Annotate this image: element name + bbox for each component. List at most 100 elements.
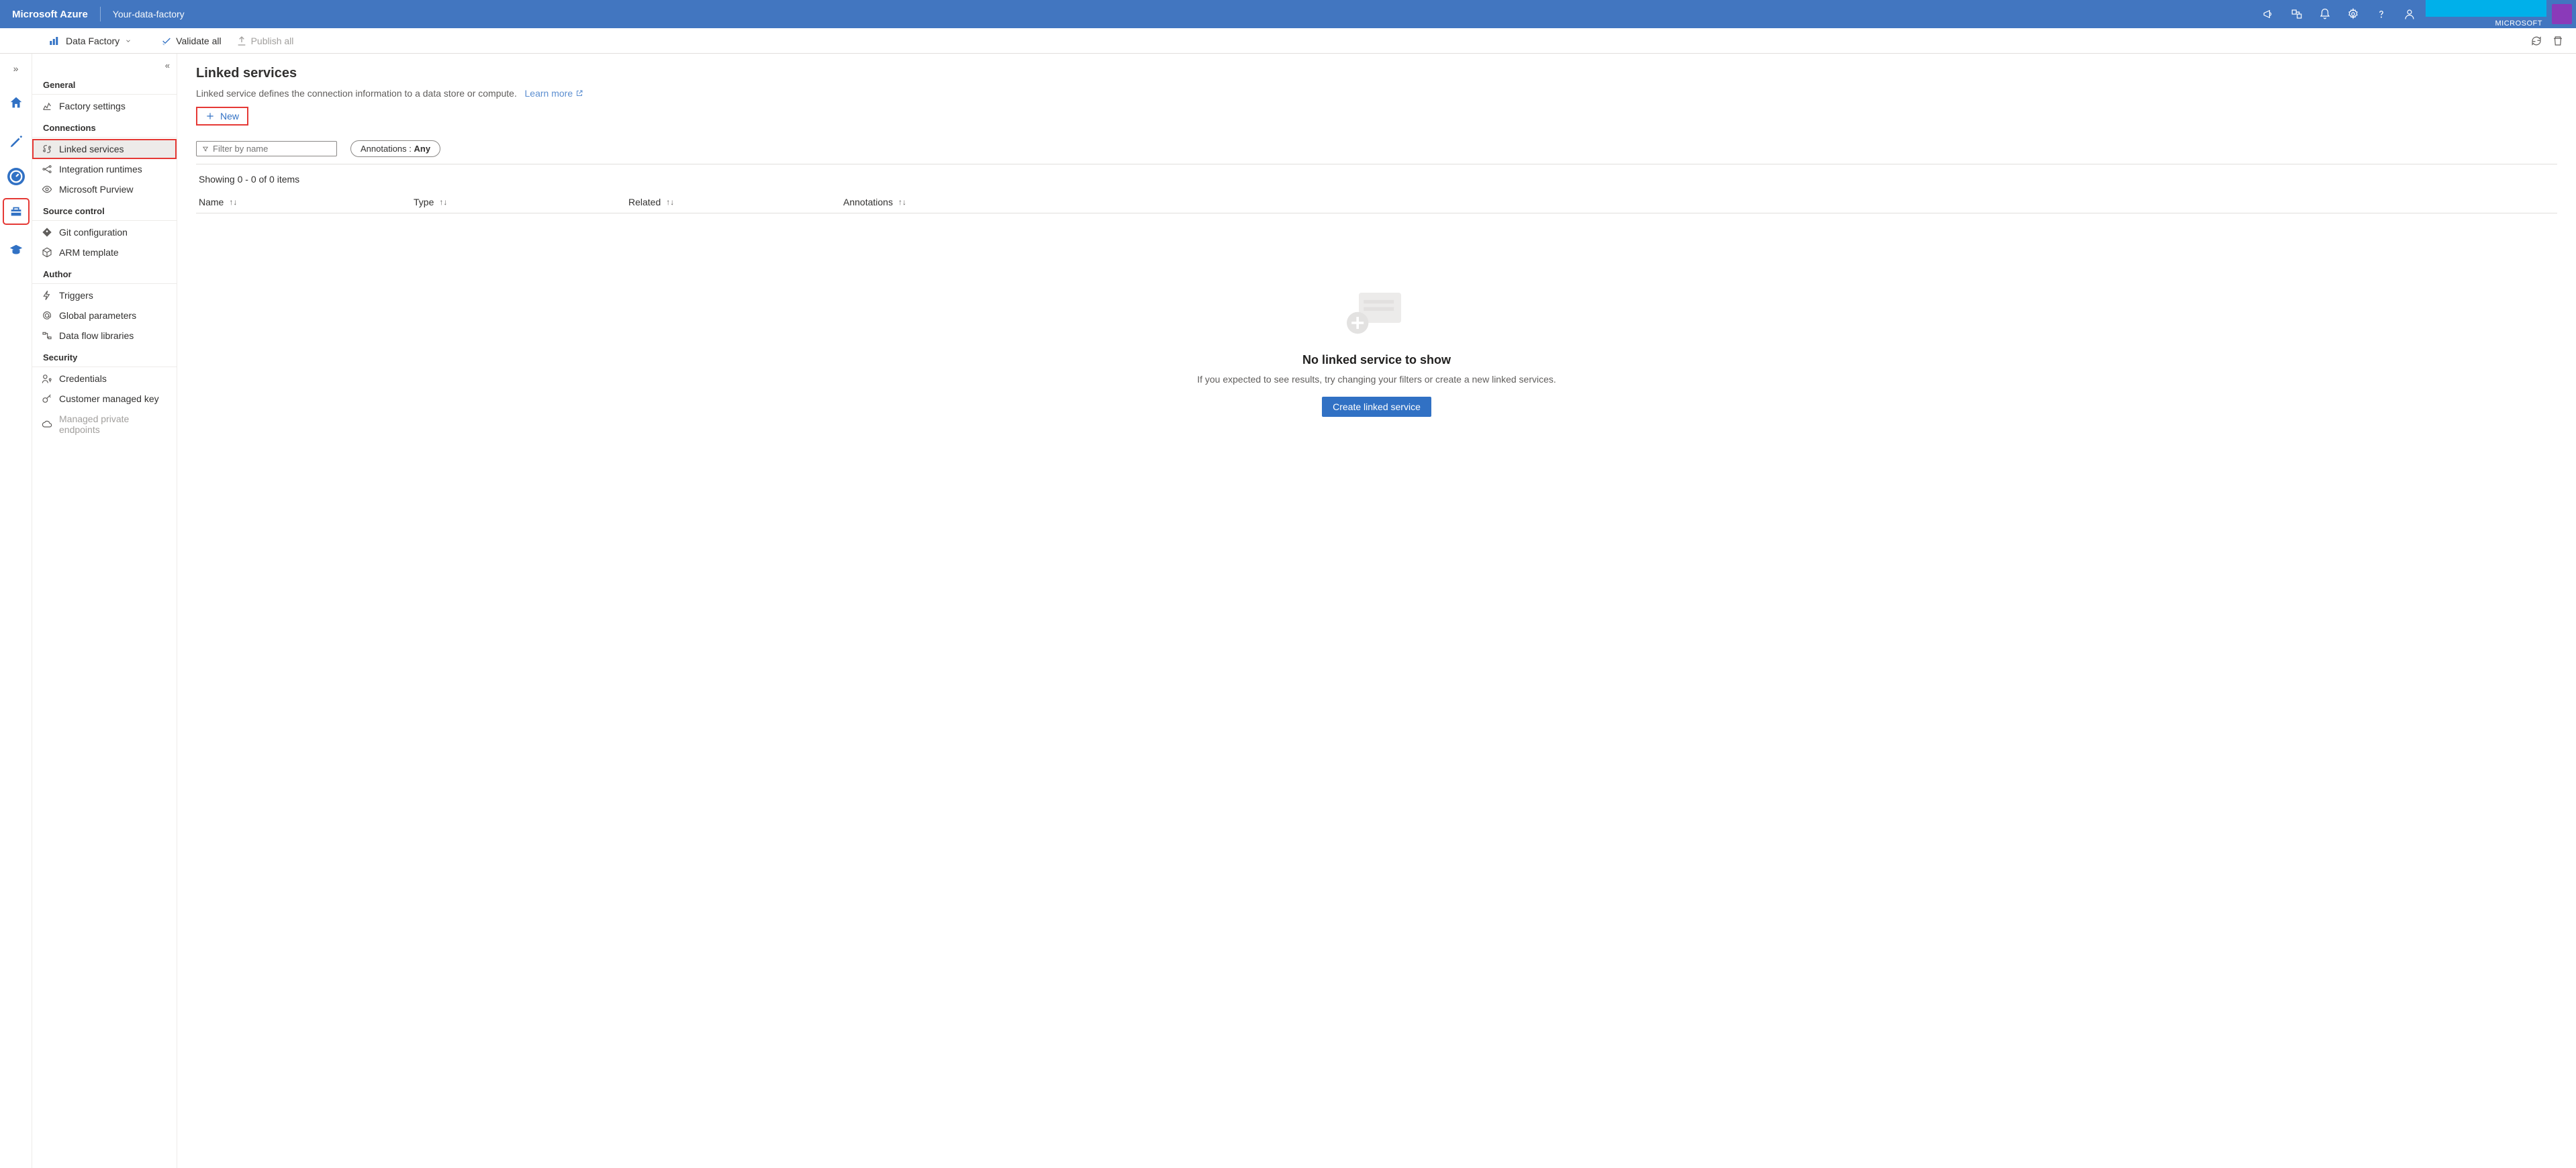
empty-state: No linked service to show If you expecte…	[196, 281, 2557, 417]
sidebar-item-label: Customer managed key	[59, 393, 159, 404]
rail-expand-button[interactable]: »	[11, 60, 21, 77]
key-icon	[42, 393, 52, 404]
page-desc-text: Linked service defines the connection in…	[196, 88, 517, 99]
bolt-icon	[42, 290, 52, 301]
chart-icon	[42, 101, 52, 111]
main-layout: » « General Factory settings Connections…	[0, 54, 2576, 1168]
person-icon[interactable]	[2396, 0, 2423, 28]
sidebar-item-credentials[interactable]: Credentials	[32, 369, 177, 389]
rail-learn-button[interactable]	[3, 238, 29, 263]
page-title: Linked services	[196, 66, 2557, 81]
validate-label: Validate all	[176, 36, 221, 46]
rail-author-button[interactable]	[3, 129, 29, 154]
rail-home-button[interactable]	[3, 90, 29, 115]
refresh-icon	[2530, 35, 2542, 47]
git-icon	[42, 227, 52, 238]
sidebar-item-label: Integration runtimes	[59, 164, 142, 175]
sidebar-item-integration-runtimes[interactable]: Integration runtimes	[32, 159, 177, 179]
sidebar-item-label: Linked services	[59, 144, 124, 154]
sidebar-item-global-params[interactable]: Global parameters	[32, 305, 177, 326]
col-name[interactable]: Name ↑↓	[199, 197, 414, 207]
sidebar-item-label: Credentials	[59, 373, 107, 384]
data-factory-dropdown[interactable]: Data Factory	[44, 32, 136, 50]
filter-input[interactable]	[213, 144, 331, 154]
annotations-value: Any	[414, 144, 431, 154]
section-header-source-control: Source control	[32, 199, 177, 221]
section-header-security: Security	[32, 346, 177, 367]
gauge-icon	[9, 169, 23, 184]
sidepanel-collapse-button[interactable]: «	[158, 58, 177, 73]
sidebar-item-cmk[interactable]: Customer managed key	[32, 389, 177, 409]
table-header: Name ↑↓ Type ↑↓ Related ↑↓ Annotations ↑…	[196, 191, 2557, 213]
annotations-filter[interactable]: Annotations : Any	[350, 140, 440, 157]
tenant-block[interactable]: MICROSOFT	[2426, 0, 2576, 28]
sidebar-item-factory-settings[interactable]: Factory settings	[32, 96, 177, 116]
sidebar-item-label: Git configuration	[59, 227, 128, 238]
empty-title: No linked service to show	[1302, 353, 1451, 367]
refresh-button[interactable]	[2530, 35, 2542, 47]
pencil-icon	[9, 134, 23, 149]
avatar[interactable]	[2552, 4, 2572, 24]
upload-icon	[236, 36, 247, 46]
col-annotations[interactable]: Annotations ↑↓	[843, 197, 2555, 207]
sidebar-item-dataflow-libs[interactable]: Data flow libraries	[32, 326, 177, 346]
sidebar-item-label: Managed private endpoints	[59, 413, 167, 435]
showing-text: Showing 0 - 0 of 0 items	[199, 174, 2555, 185]
side-panel: « General Factory settings Connections L…	[32, 54, 177, 1168]
new-button[interactable]: New	[196, 107, 248, 126]
validate-all-button[interactable]: Validate all	[157, 33, 225, 49]
sidebar-item-linked-services[interactable]: Linked services	[32, 139, 177, 159]
checkmark-icon	[161, 36, 172, 46]
cloud-lock-icon	[42, 419, 52, 430]
filter-input-wrap[interactable]	[196, 141, 337, 156]
col-related[interactable]: Related ↑↓	[628, 197, 843, 207]
rail-monitor-button[interactable]	[7, 168, 25, 185]
help-icon[interactable]	[2368, 0, 2395, 28]
top-bar: Microsoft Azure Your-data-factory MICROS…	[0, 0, 2576, 28]
top-bar-left: Microsoft Azure Your-data-factory	[0, 0, 197, 28]
learn-more-link[interactable]: Learn more	[525, 88, 584, 99]
sidebar-item-triggers[interactable]: Triggers	[32, 285, 177, 305]
section-header-general: General	[32, 73, 177, 95]
filter-row: Annotations : Any	[196, 138, 2557, 164]
main-content: Linked services Linked service defines t…	[177, 54, 2576, 1168]
col-type[interactable]: Type ↑↓	[414, 197, 628, 207]
cube-icon	[42, 247, 52, 258]
trash-icon	[2552, 35, 2564, 47]
sidebar-item-label: Triggers	[59, 290, 93, 301]
section-header-author: Author	[32, 262, 177, 284]
new-label: New	[220, 111, 239, 121]
sidebar-item-label: Factory settings	[59, 101, 126, 111]
annotations-label: Annotations :	[361, 144, 414, 154]
sidebar-item-arm[interactable]: ARM template	[32, 242, 177, 262]
brand-label[interactable]: Microsoft Azure	[0, 9, 100, 20]
sidebar-item-label: ARM template	[59, 247, 119, 258]
megaphone-icon[interactable]	[2255, 0, 2282, 28]
sidebar-item-label: Data flow libraries	[59, 330, 134, 341]
rail-manage-button[interactable]	[3, 199, 29, 224]
toolbar-right	[2530, 35, 2576, 47]
network-icon	[42, 164, 52, 175]
feedback-icon[interactable]	[2283, 0, 2310, 28]
delete-button[interactable]	[2552, 35, 2564, 47]
sidebar-item-purview[interactable]: Microsoft Purview	[32, 179, 177, 199]
graduation-cap-icon	[9, 243, 23, 258]
sidebar-item-private-endpoints: Managed private endpoints	[32, 409, 177, 440]
tenant-box	[2426, 0, 2546, 17]
nav-rail: »	[0, 54, 32, 1168]
top-bar-icons	[2255, 0, 2426, 28]
sidebar-item-git[interactable]: Git configuration	[32, 222, 177, 242]
bell-icon[interactable]	[2311, 0, 2338, 28]
data-factory-icon	[48, 35, 60, 47]
learn-more-label: Learn more	[525, 88, 573, 99]
page-description: Linked service defines the connection in…	[196, 88, 2557, 99]
factory-name[interactable]: Your-data-factory	[101, 9, 197, 19]
eye-icon	[42, 184, 52, 195]
gear-icon[interactable]	[2340, 0, 2367, 28]
section-header-connections: Connections	[32, 116, 177, 138]
create-linked-service-button[interactable]: Create linked service	[1322, 397, 1431, 417]
sidebar-item-label: Global parameters	[59, 310, 136, 321]
at-icon	[42, 310, 52, 321]
publish-label: Publish all	[251, 36, 294, 46]
empty-subtitle: If you expected to see results, try chan…	[1197, 374, 1556, 385]
